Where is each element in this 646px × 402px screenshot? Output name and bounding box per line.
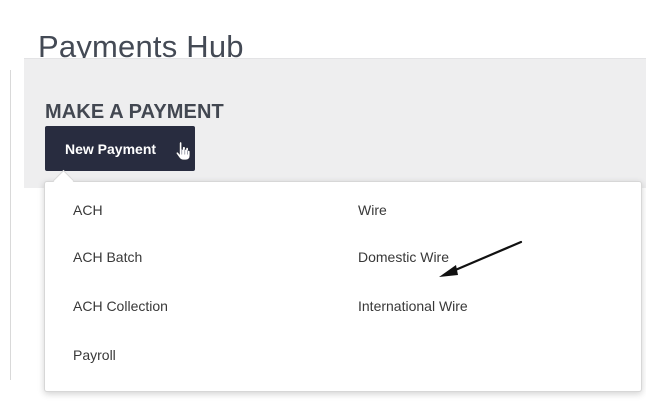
menu-item-wire[interactable]: Wire xyxy=(358,201,387,219)
payment-type-dropdown: ACH ACH Batch ACH Collection Payroll Wir… xyxy=(44,181,642,392)
payments-hub-page: Payments Hub MAKE A PAYMENT New Payment … xyxy=(0,0,646,402)
new-payment-button-label: New Payment xyxy=(65,141,157,158)
menu-item-payroll[interactable]: Payroll xyxy=(73,346,116,364)
arrow-pointer-icon xyxy=(439,240,523,277)
page-left-rule xyxy=(10,70,11,380)
make-payment-panel: MAKE A PAYMENT New Payment xyxy=(24,58,646,189)
menu-item-international-wire[interactable]: International Wire xyxy=(358,297,468,315)
menu-item-ach-batch[interactable]: ACH Batch xyxy=(73,248,142,266)
new-payment-button[interactable]: New Payment xyxy=(45,126,195,171)
make-payment-heading: MAKE A PAYMENT xyxy=(45,100,224,123)
hand-pointer-icon xyxy=(175,141,191,161)
menu-item-ach[interactable]: ACH xyxy=(73,201,103,219)
menu-item-ach-collection[interactable]: ACH Collection xyxy=(73,297,168,315)
